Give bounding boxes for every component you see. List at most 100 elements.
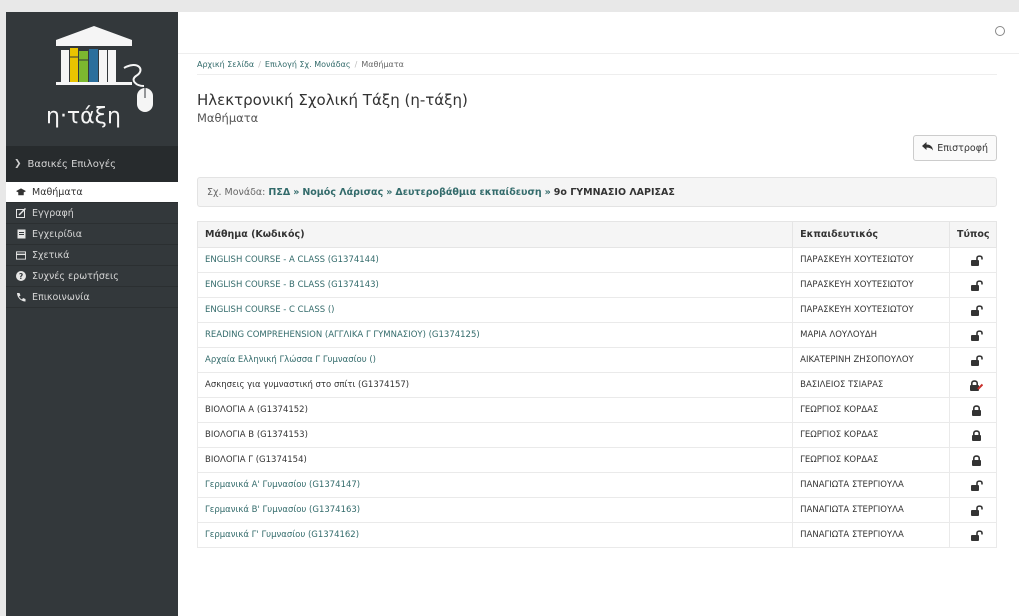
course-name-link[interactable]: ENGLISH COURSE - B CLASS <box>205 280 325 290</box>
course-code: () <box>327 305 335 315</box>
teacher-cell: ΓΕΩΡΓΙΟΣ ΚΟΡΔΑΣ <box>792 447 950 473</box>
type-cell <box>949 522 997 548</box>
sidebar-item-about[interactable]: Σχετικά <box>6 245 178 266</box>
question-icon: ? <box>16 271 26 281</box>
svg-text:?: ? <box>19 272 23 281</box>
breadcrumb-home-link[interactable]: Αρχική Σελίδα <box>197 60 254 69</box>
course-name-link[interactable]: Γερμανικά Γ' Γυμνασίου <box>205 530 305 540</box>
unlock-icon <box>957 498 996 522</box>
course-cell: ΒΙΟΛΟΓΙΑ Γ (G1374154) <box>196 447 794 473</box>
course-name-link[interactable]: ENGLISH COURSE - A CLASS <box>205 255 325 265</box>
unlock-icon <box>957 273 996 297</box>
course-name-link[interactable]: ENGLISH COURSE - C CLASS <box>205 305 325 315</box>
course-cell: Γερμανικά Γ' Γυμνασίου (G1374162) <box>196 522 794 548</box>
type-cell <box>949 497 997 523</box>
sidebar: η·τάξη ❯ Βασικές Επιλογές Μαθήματα Εγγρα… <box>6 12 178 616</box>
lock-registration-icon <box>957 373 996 397</box>
table-row[interactable]: ENGLISH COURSE - C CLASS () ΠΑΡΑΣΚΕΥΗ ΧΟΥ… <box>196 297 997 323</box>
school-prefix: Σχ. Μονάδα: <box>207 186 266 198</box>
school-path-separator: » <box>386 186 393 198</box>
school-path-link[interactable]: ΠΣΔ <box>268 187 290 198</box>
course-name-link[interactable]: READING COMPREHENSION (ΑΓΓΛΙΚΑ Γ ΓΥΜΝΑΣΙ… <box>205 330 426 340</box>
back-button-label: Επιστροφή <box>937 142 988 154</box>
type-cell <box>949 472 997 498</box>
sidebar-section-header[interactable]: ❯ Βασικές Επιλογές <box>6 146 178 182</box>
table-row[interactable]: ENGLISH COURSE - B CLASS (G1374143) ΠΑΡΑΣ… <box>196 272 997 298</box>
logo-text: η·τάξη <box>46 104 121 129</box>
table-row[interactable]: ΒΙΟΛΟΓΙΑ Γ (G1374154) ΓΕΩΡΓΙΟΣ ΚΟΡΔΑΣ <box>196 447 997 473</box>
teacher-cell: ΒΑΣΙΛΕΙΟΣ ΤΣΙΑΡΑΣ <box>792 372 950 398</box>
back-row: Επιστροφή <box>197 135 997 165</box>
course-name-link[interactable]: Γερμανικά Β' Γυμνασίου <box>205 505 306 515</box>
table-header-row: Μάθημα (Κωδικός) Εκπαιδευτικός Τύπος <box>196 221 997 248</box>
course-cell: ENGLISH COURSE - C CLASS () <box>196 297 794 323</box>
teacher-cell: ΑΙΚΑΤΕΡΙΝΗ ΖΗΣΟΠΟΥΛΟΥ <box>792 347 950 373</box>
table-row[interactable]: READING COMPREHENSION (ΑΓΓΛΙΚΑ Γ ΓΥΜΝΑΣΙ… <box>196 322 997 348</box>
breadcrumb-current: Μαθήματα <box>361 60 404 69</box>
sidebar-item-label: Μαθήματα <box>32 186 83 198</box>
courses-table: Μάθημα (Κωδικός) Εκπαιδευτικός Τύπος ENG… <box>196 221 997 548</box>
table-row[interactable]: Ασκησεις για γυμναστική στο σπίτι (G1374… <box>196 372 997 398</box>
column-header-teacher[interactable]: Εκπαιδευτικός <box>792 221 950 248</box>
type-cell <box>949 347 997 373</box>
column-header-course[interactable]: Μάθημα (Κωδικός) <box>196 221 794 248</box>
table-row[interactable]: ΒΙΟΛΟΓΙΑ Β (G1374153) ΓΕΩΡΓΙΟΣ ΚΟΡΔΑΣ <box>196 422 997 448</box>
course-code: (G1374157) <box>358 380 410 390</box>
table-row[interactable]: ENGLISH COURSE - A CLASS (G1374144) ΠΑΡΑΣ… <box>196 247 997 273</box>
course-code: (G1374162) <box>307 530 360 540</box>
course-cell: Ασκησεις για γυμναστική στο σπίτι (G1374… <box>196 372 794 398</box>
breadcrumb-separator: / <box>354 60 358 69</box>
course-cell: Αρχαία Ελληνική Γλώσσα Γ Γυμνασίου () <box>196 347 794 373</box>
sidebar-item-courses[interactable]: Μαθήματα <box>6 182 178 203</box>
school-path-link[interactable]: Νομός Λάρισας <box>302 187 383 198</box>
course-cell: ΒΙΟΛΟΓΙΑ Β (G1374153) <box>196 422 794 448</box>
table-row[interactable]: Γερμανικά Α' Γυμνασίου (G1374147) ΠΑΝΑΓΙΩ… <box>196 472 997 498</box>
course-code: (G1374144) <box>327 255 379 265</box>
chevron-down-icon: ❯ <box>14 159 22 169</box>
table-row[interactable]: Αρχαία Ελληνική Γλώσσα Γ Γυμνασίου () ΑΙΚ… <box>196 347 997 373</box>
unlock-icon <box>957 523 996 547</box>
table-row[interactable]: ΒΙΟΛΟΓΙΑ Α (G1374152) ΓΕΩΡΓΙΟΣ ΚΟΡΔΑΣ <box>196 397 997 423</box>
back-button[interactable]: Επιστροφή <box>913 135 997 161</box>
course-code: (G1374153) <box>256 430 308 440</box>
sidebar-item-registration[interactable]: Εγγραφή <box>6 203 178 224</box>
unlock-icon <box>957 248 996 272</box>
school-path-bar: Σχ. Μονάδα: ΠΣΔ » Νομός Λάρισας » Δευτερ… <box>197 177 997 207</box>
teacher-cell: ΠΑΡΑΣΚΕΥΗ ΧΟΥΤΕΣΙΩΤΟΥ <box>792 247 950 273</box>
breadcrumb-select-school-link[interactable]: Επιλογή Σχ. Μονάδας <box>265 60 351 69</box>
logo[interactable]: η·τάξη <box>6 12 178 146</box>
sidebar-item-faq[interactable]: ? Συχνές ερωτήσεις <box>6 266 178 287</box>
page-title: Ηλεκτρονική Σχολική Τάξη (η-τάξη) <box>197 91 468 109</box>
globe-icon[interactable] <box>995 26 1005 36</box>
course-cell: ENGLISH COURSE - A CLASS (G1374144) <box>196 247 794 273</box>
sidebar-item-label: Επικοινωνία <box>32 291 90 303</box>
unlock-icon <box>957 323 996 347</box>
card-icon <box>16 250 26 260</box>
course-code: (G1374143) <box>327 280 379 290</box>
type-cell <box>949 372 997 398</box>
course-name-link: ΒΙΟΛΟΓΙΑ Α <box>205 405 255 415</box>
school-path-link[interactable]: Δευτεροβάθμια εκπαίδευση <box>395 187 541 198</box>
course-code: (G1374163) <box>309 505 361 515</box>
course-name-link[interactable]: Αρχαία Ελληνική Γλώσσα Γ Γυμνασίου <box>205 355 367 365</box>
type-cell <box>949 447 997 473</box>
unlock-icon <box>957 298 996 322</box>
sidebar-item-contact[interactable]: Επικοινωνία <box>6 287 178 308</box>
school-path-separator: » <box>544 186 551 198</box>
teacher-cell: ΠΑΝΑΓΙΩΤΑ ΣΤΕΡΓΙΟΥΛΑ <box>792 522 950 548</box>
teacher-cell: ΓΕΩΡΓΙΟΣ ΚΟΡΔΑΣ <box>792 397 950 423</box>
course-name-link[interactable]: Γερμανικά Α' Γυμνασίου <box>205 480 306 490</box>
teacher-cell: ΠΑΝΑΓΙΩΤΑ ΣΤΕΡΓΙΟΥΛΑ <box>792 497 950 523</box>
sidebar-header-label: Βασικές Επιλογές <box>27 158 117 170</box>
main-content: Αρχική Σελίδα / Επιλογή Σχ. Μονάδας / Μα… <box>196 55 997 548</box>
course-code: () <box>369 355 376 365</box>
sidebar-item-manuals[interactable]: Εγχειρίδια <box>6 224 178 245</box>
type-cell <box>949 247 997 273</box>
type-cell <box>949 422 997 448</box>
teacher-cell: ΓΕΩΡΓΙΟΣ ΚΟΡΔΑΣ <box>792 422 950 448</box>
table-row[interactable]: Γερμανικά Γ' Γυμνασίου (G1374162) ΠΑΝΑΓΙΩ… <box>196 522 997 548</box>
unlock-icon <box>957 348 996 372</box>
column-header-type[interactable]: Τύπος <box>949 221 997 248</box>
sidebar-item-label: Εγχειρίδια <box>32 228 82 240</box>
table-row[interactable]: Γερμανικά Β' Γυμνασίου (G1374163) ΠΑΝΑΓΙΩ… <box>196 497 997 523</box>
